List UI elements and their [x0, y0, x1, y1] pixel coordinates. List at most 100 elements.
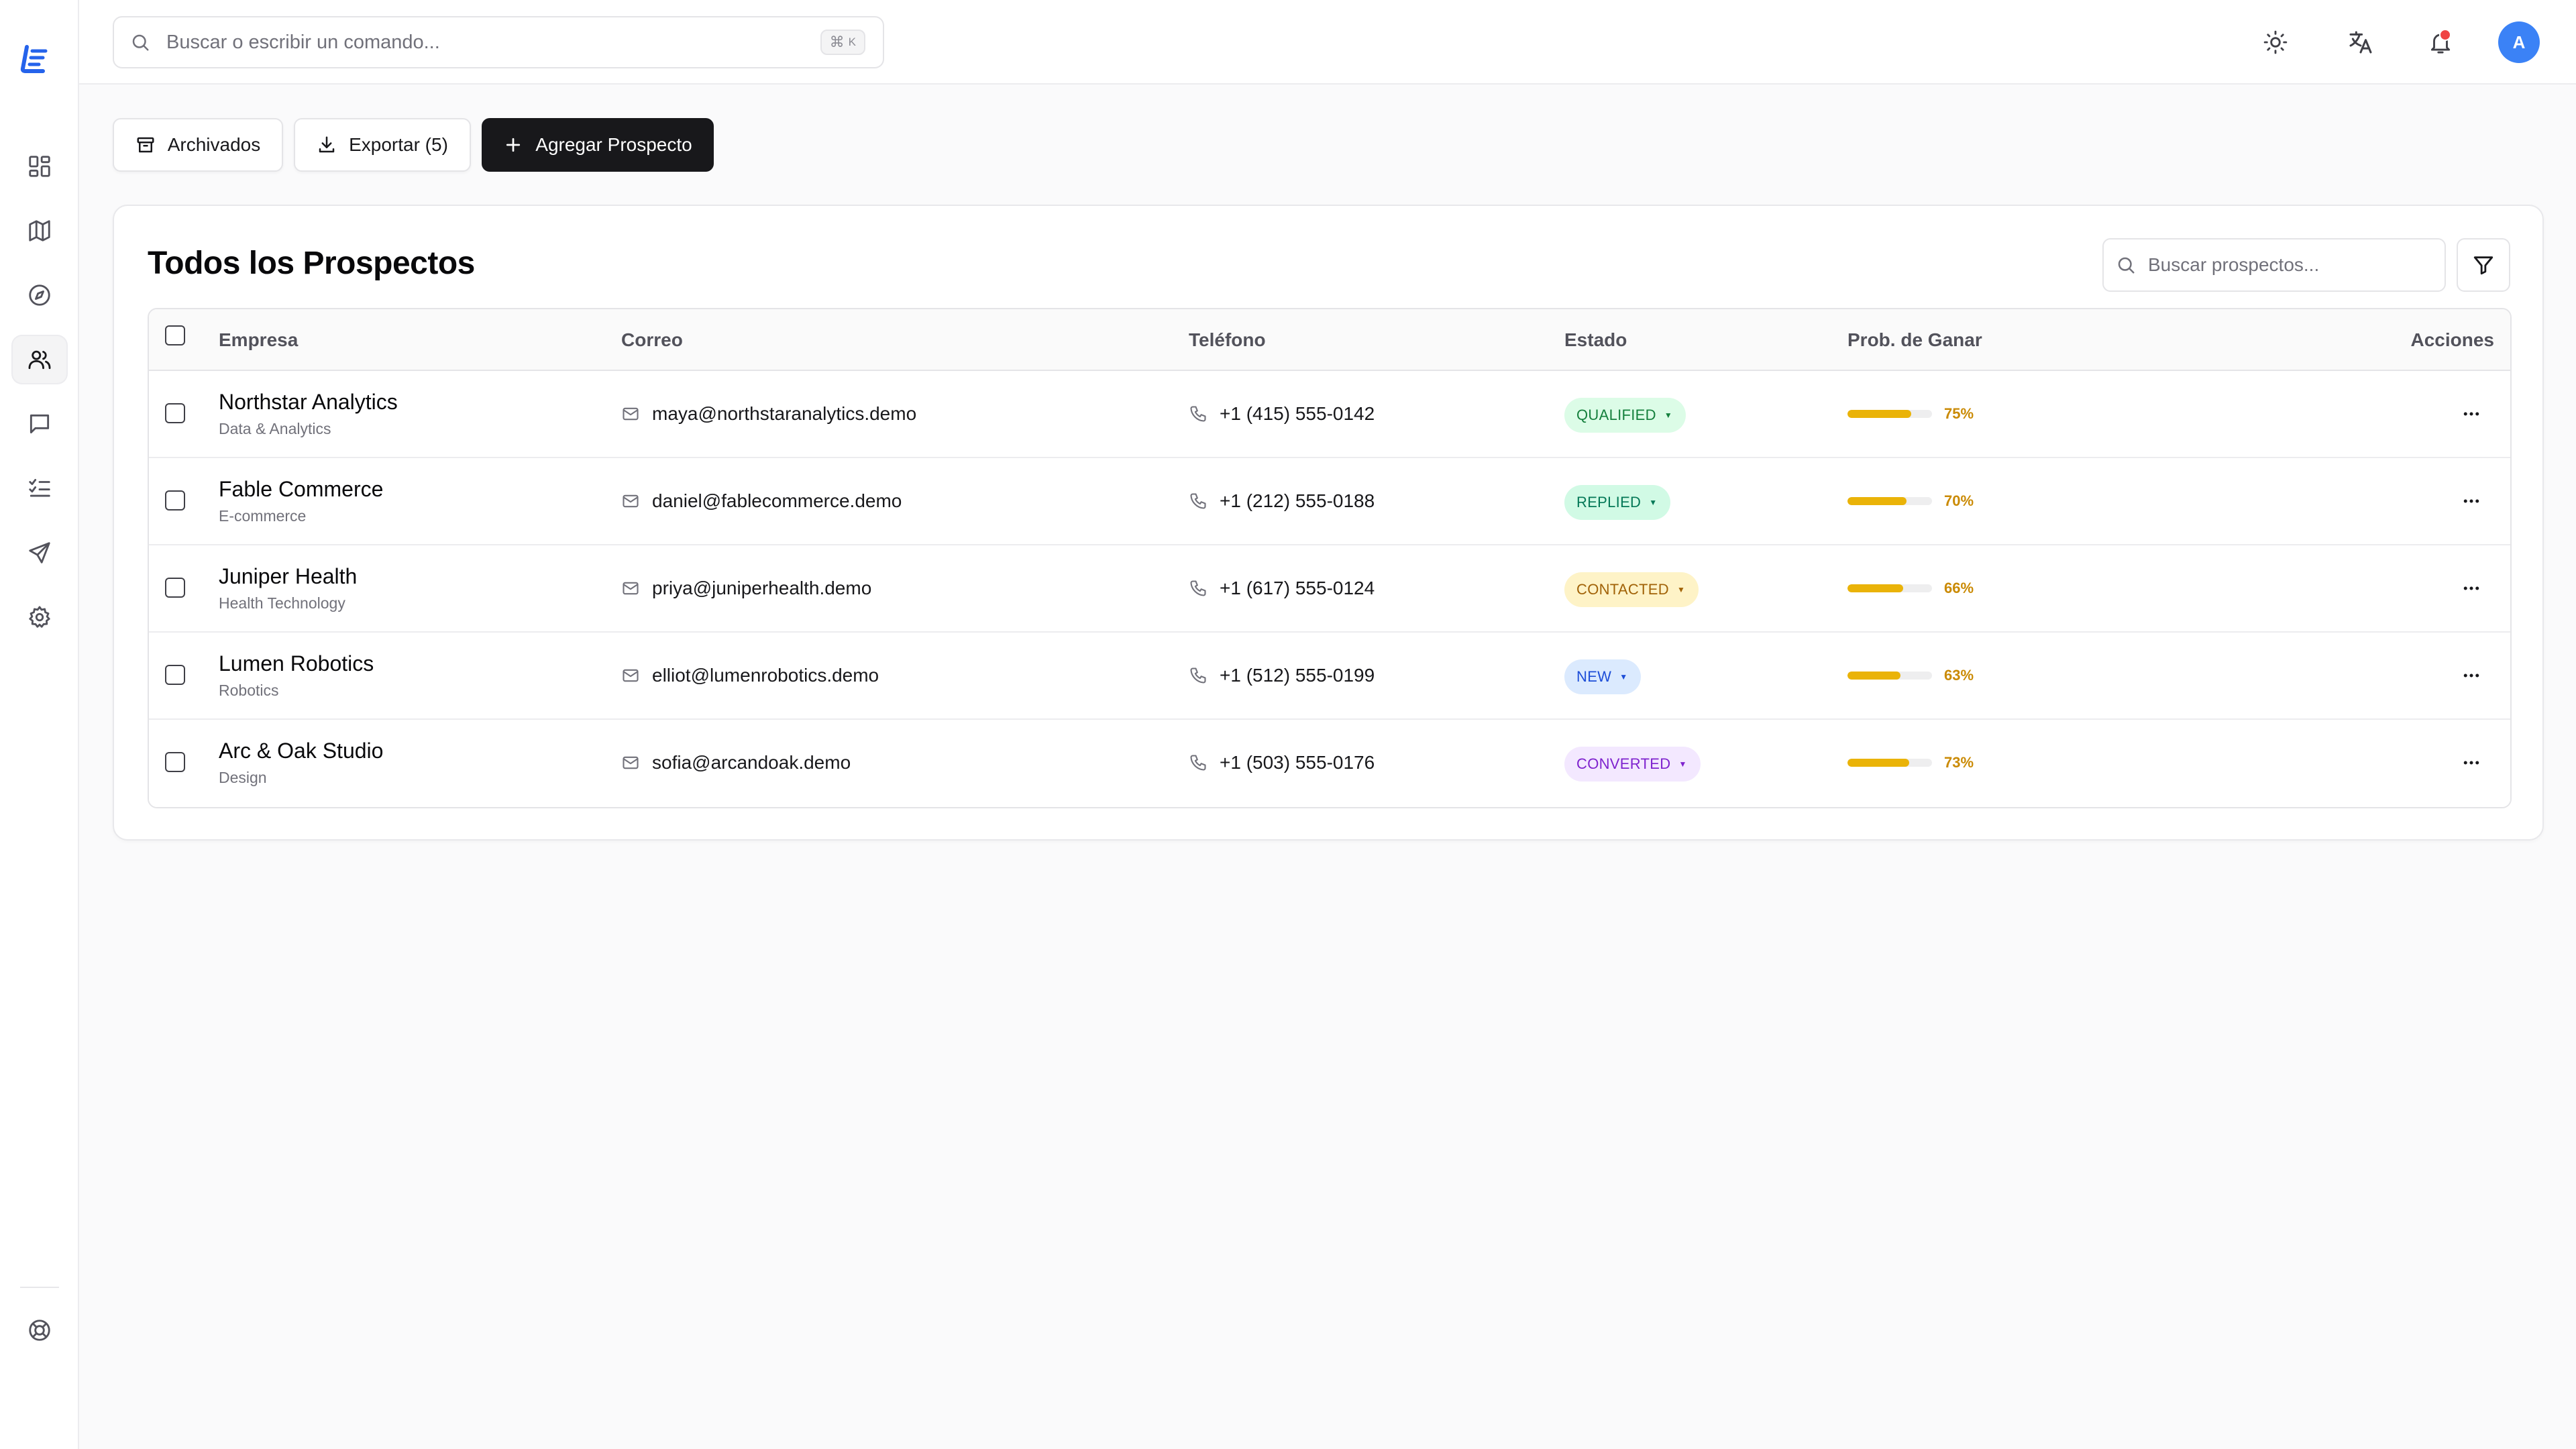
command-search-input[interactable] [165, 30, 820, 54]
row-actions-button[interactable] [2458, 400, 2485, 427]
phone-cell: +1 (512) 555-0199 [1189, 633, 1375, 718]
sidebar-item-campaigns[interactable] [11, 528, 68, 578]
company-name[interactable]: Juniper Health [219, 564, 357, 589]
row-actions-button[interactable] [2458, 575, 2485, 602]
mail-icon [621, 666, 640, 685]
table-row[interactable]: Arc & Oak Studio Design sofia@arcandoak.de… [149, 720, 2510, 807]
company-name[interactable]: Fable Commerce [219, 477, 383, 502]
row-checkbox[interactable] [165, 490, 185, 511]
sidebar-item-tasks[interactable] [11, 464, 68, 513]
header-actions: Acciones [2410, 329, 2495, 350]
more-horizontal-icon [2461, 753, 2481, 773]
leads-logo-icon[interactable] [17, 42, 51, 75]
email-value[interactable]: daniel@fablecommerce.demo [652, 490, 902, 512]
row-actions-button[interactable] [2458, 749, 2485, 776]
row-actions-button[interactable] [2458, 662, 2485, 689]
download-icon [317, 135, 337, 155]
sidebar-item-prospects[interactable] [11, 335, 68, 384]
phone-value[interactable]: +1 (503) 555-0176 [1220, 752, 1375, 773]
header-company[interactable]: Empresa [219, 329, 298, 351]
win-probability: 73% [1847, 720, 1974, 806]
phone-value[interactable]: +1 (212) 555-0188 [1220, 490, 1375, 512]
company-name[interactable]: Northstar Analytics [219, 390, 398, 415]
company-cell: Lumen Robotics Robotics [219, 651, 374, 700]
filter-button[interactable] [2457, 238, 2510, 292]
table-row[interactable]: Fable Commerce E-commerce daniel@fablecomm… [149, 458, 2510, 545]
prospects-search-input[interactable] [2147, 254, 2445, 276]
export-button[interactable]: Exportar (5) [294, 118, 471, 172]
email-value[interactable]: priya@juniperhealth.demo [652, 578, 871, 599]
chevron-down-icon: ▼ [1619, 672, 1628, 682]
more-horizontal-icon [2461, 665, 2481, 686]
prospects-table: Empresa Correo Teléfono Estado Prob. de … [148, 308, 2512, 808]
email-cell: priya@juniperhealth.demo [621, 545, 871, 631]
company-cell: Fable Commerce E-commerce [219, 477, 383, 525]
sidebar-item-settings[interactable] [11, 592, 68, 642]
mail-icon [621, 579, 640, 598]
win-probability-fill [1847, 584, 1904, 592]
row-checkbox[interactable] [165, 752, 185, 772]
company-cell: Arc & Oak Studio Design [219, 739, 383, 787]
win-probability-label: 75% [1944, 405, 1974, 422]
status-badge[interactable]: CONVERTED ▼ [1564, 747, 1701, 782]
status-badge[interactable]: NEW ▼ [1564, 659, 1642, 694]
sun-icon [2263, 30, 2288, 55]
phone-value[interactable]: +1 (415) 555-0142 [1220, 403, 1375, 425]
map-icon [27, 218, 52, 244]
sidebar-item-explore[interactable] [11, 270, 68, 320]
select-all-checkbox[interactable] [165, 325, 185, 345]
phone-cell: +1 (503) 555-0176 [1189, 720, 1375, 806]
avatar[interactable]: A [2498, 21, 2540, 63]
chevron-down-icon: ▼ [1676, 585, 1686, 594]
win-probability-track [1847, 759, 1932, 767]
add-prospect-button[interactable]: Agregar Prospecto [482, 118, 714, 172]
theme-toggle-button[interactable] [2255, 21, 2296, 63]
search-icon [130, 32, 150, 52]
row-actions-button[interactable] [2458, 488, 2485, 515]
status-label: QUALIFIED [1576, 407, 1656, 423]
table-row[interactable]: Northstar Analytics Data & Analytics maya@… [149, 371, 2510, 458]
notifications-button[interactable] [2420, 21, 2461, 63]
company-name[interactable]: Lumen Robotics [219, 651, 374, 676]
command-search[interactable]: ⌘ K [113, 16, 884, 68]
phone-value[interactable]: +1 (512) 555-0199 [1220, 665, 1375, 686]
email-cell: daniel@fablecommerce.demo [621, 458, 902, 544]
header-win-probability[interactable]: Prob. de Ganar [1847, 329, 1982, 351]
more-horizontal-icon [2461, 491, 2481, 511]
sidebar-item-messages[interactable] [11, 399, 68, 449]
company-name[interactable]: Arc & Oak Studio [219, 739, 383, 763]
status-badge[interactable]: CONTACTED ▼ [1564, 572, 1699, 607]
email-value[interactable]: maya@northstaranalytics.demo [652, 403, 916, 425]
header-status[interactable]: Estado [1564, 329, 1627, 351]
chevron-down-icon: ▼ [1664, 411, 1673, 420]
row-checkbox[interactable] [165, 578, 185, 598]
mail-icon [621, 492, 640, 511]
sidebar-item-help[interactable] [11, 1305, 68, 1355]
more-horizontal-icon [2461, 578, 2481, 598]
archived-button[interactable]: Archivados [113, 118, 283, 172]
table-row[interactable]: Juniper Health Health Technology priya@jun… [149, 545, 2510, 633]
email-value[interactable]: sofia@arcandoak.demo [652, 752, 851, 773]
win-probability-fill [1847, 497, 1907, 505]
sidebar-item-dashboard[interactable] [11, 142, 68, 191]
phone-icon [1189, 405, 1208, 423]
status-badge[interactable]: REPLIED ▼ [1564, 485, 1671, 520]
phone-cell: +1 (415) 555-0142 [1189, 371, 1375, 457]
language-button[interactable] [2340, 21, 2381, 63]
row-checkbox[interactable] [165, 403, 185, 423]
header-phone[interactable]: Teléfono [1189, 329, 1266, 351]
email-value[interactable]: elliot@lumenrobotics.demo [652, 665, 879, 686]
sidebar-item-map[interactable] [11, 206, 68, 256]
row-checkbox[interactable] [165, 665, 185, 685]
company-industry: Health Technology [219, 594, 345, 612]
table-row[interactable]: Lumen Robotics Robotics elliot@lumenroboti… [149, 633, 2510, 720]
sidebar [0, 0, 79, 1449]
company-industry: Data & Analytics [219, 420, 331, 437]
plus-icon [503, 135, 523, 155]
prospects-search[interactable] [2102, 238, 2446, 292]
header-email[interactable]: Correo [621, 329, 683, 351]
win-probability-fill [1847, 410, 1911, 418]
status-badge[interactable]: QUALIFIED ▼ [1564, 398, 1686, 433]
table-header: Empresa Correo Teléfono Estado Prob. de … [149, 309, 2510, 371]
phone-value[interactable]: +1 (617) 555-0124 [1220, 578, 1375, 599]
